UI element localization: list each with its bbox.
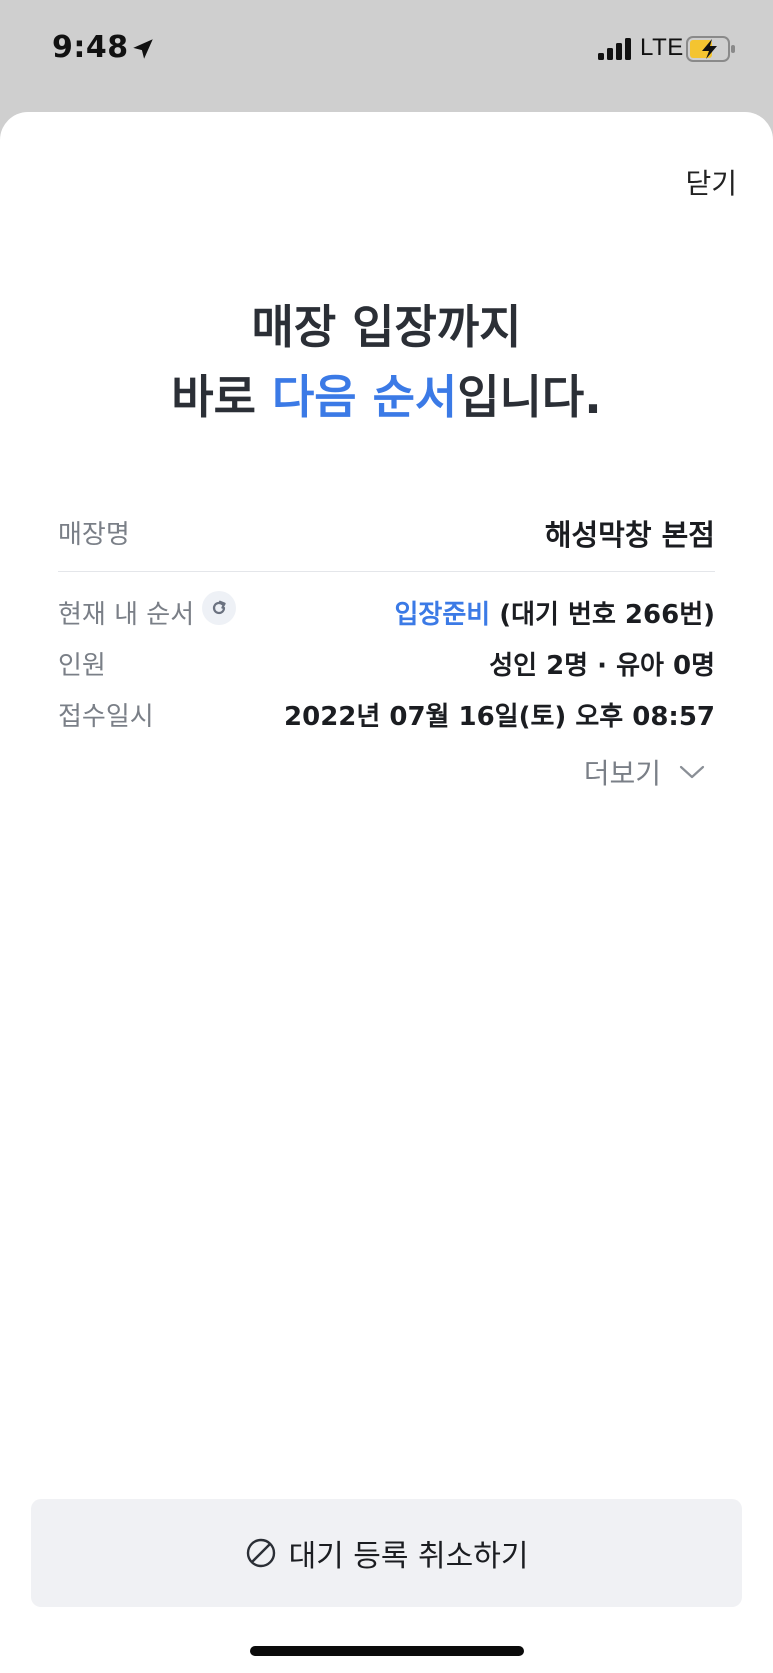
store-label: 매장명 (58, 520, 130, 550)
headline-prefix: 바로 (171, 370, 272, 424)
chevron-down-icon (679, 765, 705, 779)
home-indicator[interactable] (250, 1646, 524, 1656)
party-value: 성인 2명 · 유아 0명 (489, 651, 715, 681)
headline-line-2: 바로 다음 순서입니다. (0, 362, 773, 432)
order-label: 현재 내 순서 (58, 600, 195, 630)
order-detail: (대기 번호 266번) (499, 600, 715, 630)
prohibit-icon (246, 1538, 275, 1568)
time-label: 접수일시 (58, 702, 154, 732)
more-label: 더보기 (583, 757, 661, 790)
refresh-button[interactable] (202, 591, 236, 625)
cancel-label: 대기 등록 취소하기 (288, 1539, 529, 1574)
party-label: 인원 (58, 651, 106, 681)
cancel-waitlist-button[interactable]: 대기 등록 취소하기 (31, 1499, 742, 1607)
store-row: 매장명 해성막창 본점 (58, 514, 715, 554)
order-value: 입장준비 (대기 번호 266번) (395, 594, 716, 631)
status-time: 9:48 (52, 30, 129, 65)
headline-line-1: 매장 입장까지 (251, 300, 522, 354)
status-bar: 9:48 LTE (0, 0, 773, 100)
battery-charging-icon (686, 36, 735, 62)
close-button[interactable]: 닫기 (685, 162, 737, 202)
time-row: 접수일시 2022년 07월 16일(토) 오후 08:57 (58, 696, 715, 736)
party-row: 인원 성인 2명 · 유아 0명 (58, 645, 715, 685)
network-label: LTE (640, 34, 684, 61)
more-button[interactable]: 더보기 (584, 752, 705, 792)
screen: 9:48 LTE 닫기 매장 입장까지 바로 다음 순서입니다. 매장명 해성막… (0, 0, 773, 1673)
store-value: 해성막창 본점 (544, 518, 715, 552)
signal-bars-icon (598, 38, 631, 60)
time-value: 2022년 07월 16일(토) 오후 08:57 (284, 702, 715, 732)
divider (58, 571, 715, 572)
refresh-icon (212, 600, 226, 615)
headline: 매장 입장까지 바로 다음 순서입니다. (0, 292, 773, 432)
headline-suffix: 입니다. (457, 370, 602, 424)
location-arrow-icon (133, 39, 153, 59)
bottom-sheet: 닫기 매장 입장까지 바로 다음 순서입니다. 매장명 해성막창 본점 현재 내… (0, 112, 773, 1673)
headline-highlight: 다음 순서 (271, 370, 458, 424)
order-row: 현재 내 순서 입장준비 (대기 번호 266번) (58, 591, 716, 634)
order-status: 입장준비 (394, 600, 491, 630)
